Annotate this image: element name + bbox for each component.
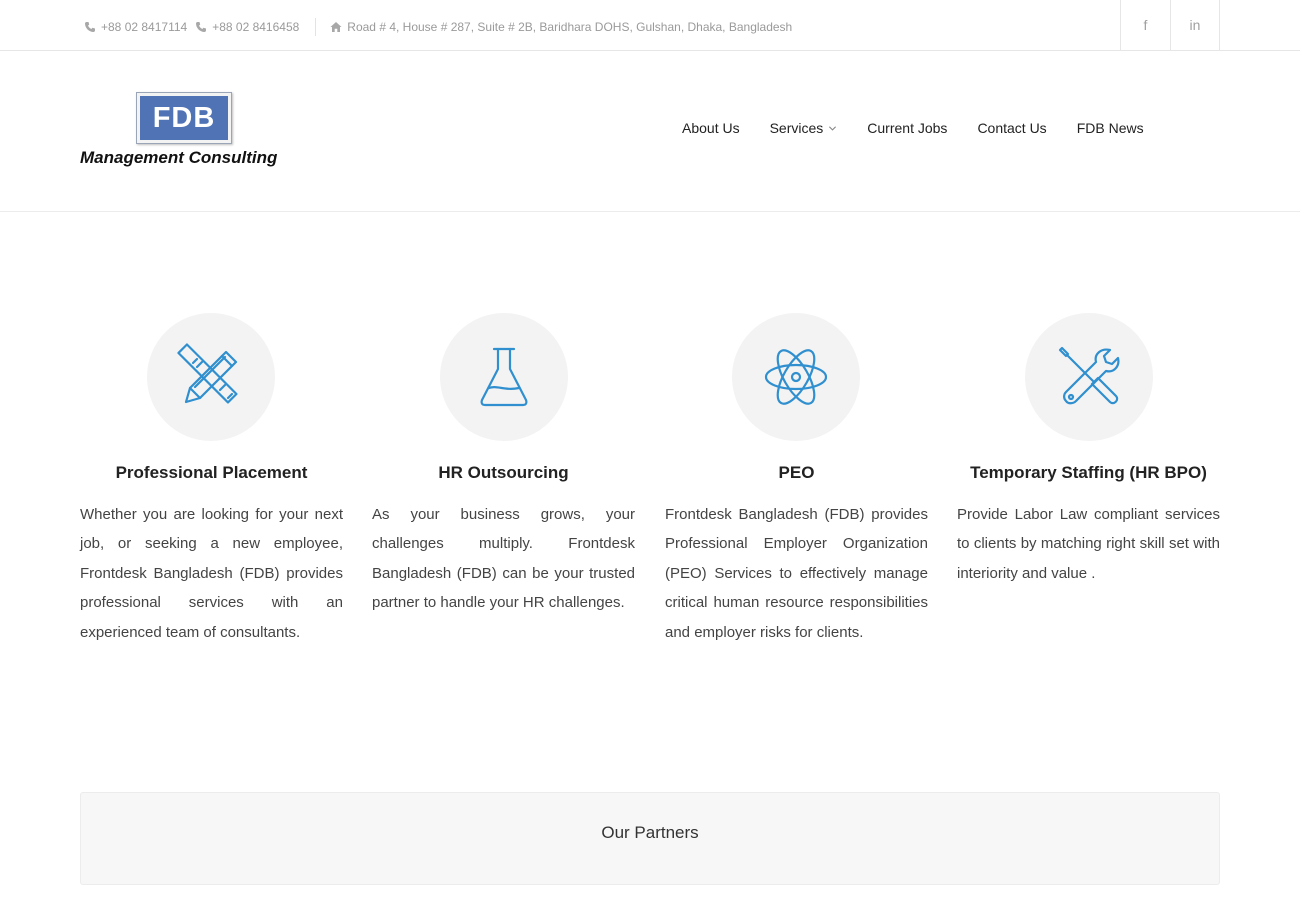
partners-title: Our Partners [601, 823, 699, 842]
service-description: Provide Labor Law compliant services to … [957, 506, 1220, 582]
phone-number-2[interactable]: +88 02 8416458 [212, 20, 299, 34]
company-logo[interactable]: FDB Management Consulting [80, 91, 295, 171]
atom-icon [764, 349, 828, 405]
service-icon-circle [732, 313, 860, 441]
nav-item-fdb-news[interactable]: FDB News [1077, 120, 1144, 136]
site-header: FDB Management Consulting About Us Servi… [0, 51, 1300, 212]
phone-icon [84, 21, 96, 33]
nav-link-fdb-news[interactable]: FDB News [1077, 120, 1144, 136]
logo-mark-text: FDB [140, 96, 228, 140]
chevron-down-icon [828, 124, 837, 133]
nav-link-current-jobs[interactable]: Current Jobs [867, 120, 947, 136]
divider [315, 18, 317, 36]
service-description: As your business grows, your challenges … [372, 506, 635, 612]
service-title: HR Outsourcing [438, 463, 569, 482]
nav-item-contact[interactable]: Contact Us [977, 120, 1046, 136]
service-description: Frontdesk Bangladesh (FDB) provides Prof… [665, 506, 928, 641]
facebook-icon[interactable]: f [1120, 0, 1170, 50]
service-title: PEO [778, 463, 815, 482]
main-nav: About Us Services Current Jobs Contact U… [682, 120, 1144, 136]
linkedin-icon[interactable]: in [1170, 0, 1220, 50]
nav-item-current-jobs[interactable]: Current Jobs [867, 120, 947, 136]
service-title: Professional Placement [115, 463, 308, 482]
phone-icon [195, 21, 207, 33]
nav-item-about[interactable]: About Us [682, 120, 740, 136]
logo-mark: FDB [136, 92, 232, 144]
service-title: Temporary Staffing (HR BPO) [970, 463, 1207, 482]
home-icon [330, 21, 342, 33]
service-icon-circle [440, 313, 568, 441]
flask-icon [480, 347, 528, 407]
partners-section: Our Partners [80, 792, 1220, 885]
pencil-ruler-icon [177, 343, 238, 404]
tools-icon [1058, 346, 1120, 405]
service-description: Whether you are looking for your next jo… [80, 506, 343, 641]
address-text: Road # 4, House # 287, Suite # 2B, Barid… [347, 20, 793, 34]
services-section: Professional Placement Whether you are l… [80, 313, 1220, 693]
nav-link-contact[interactable]: Contact Us [977, 120, 1046, 136]
logo-tagline: Management Consulting [80, 148, 278, 167]
nav-link-services[interactable]: Services [770, 120, 824, 136]
service-icon-circle [1025, 313, 1153, 441]
phone-number-1[interactable]: +88 02 8417114 [101, 20, 187, 34]
nav-item-services[interactable]: Services [770, 120, 838, 136]
nav-link-about[interactable]: About Us [682, 120, 740, 136]
top-bar: +88 02 8417114 +88 02 8416458 Road # 4, … [0, 0, 1300, 51]
contact-info: +88 02 8417114 +88 02 8416458 Road # 4, … [84, 18, 792, 36]
service-icon-circle [147, 313, 275, 441]
